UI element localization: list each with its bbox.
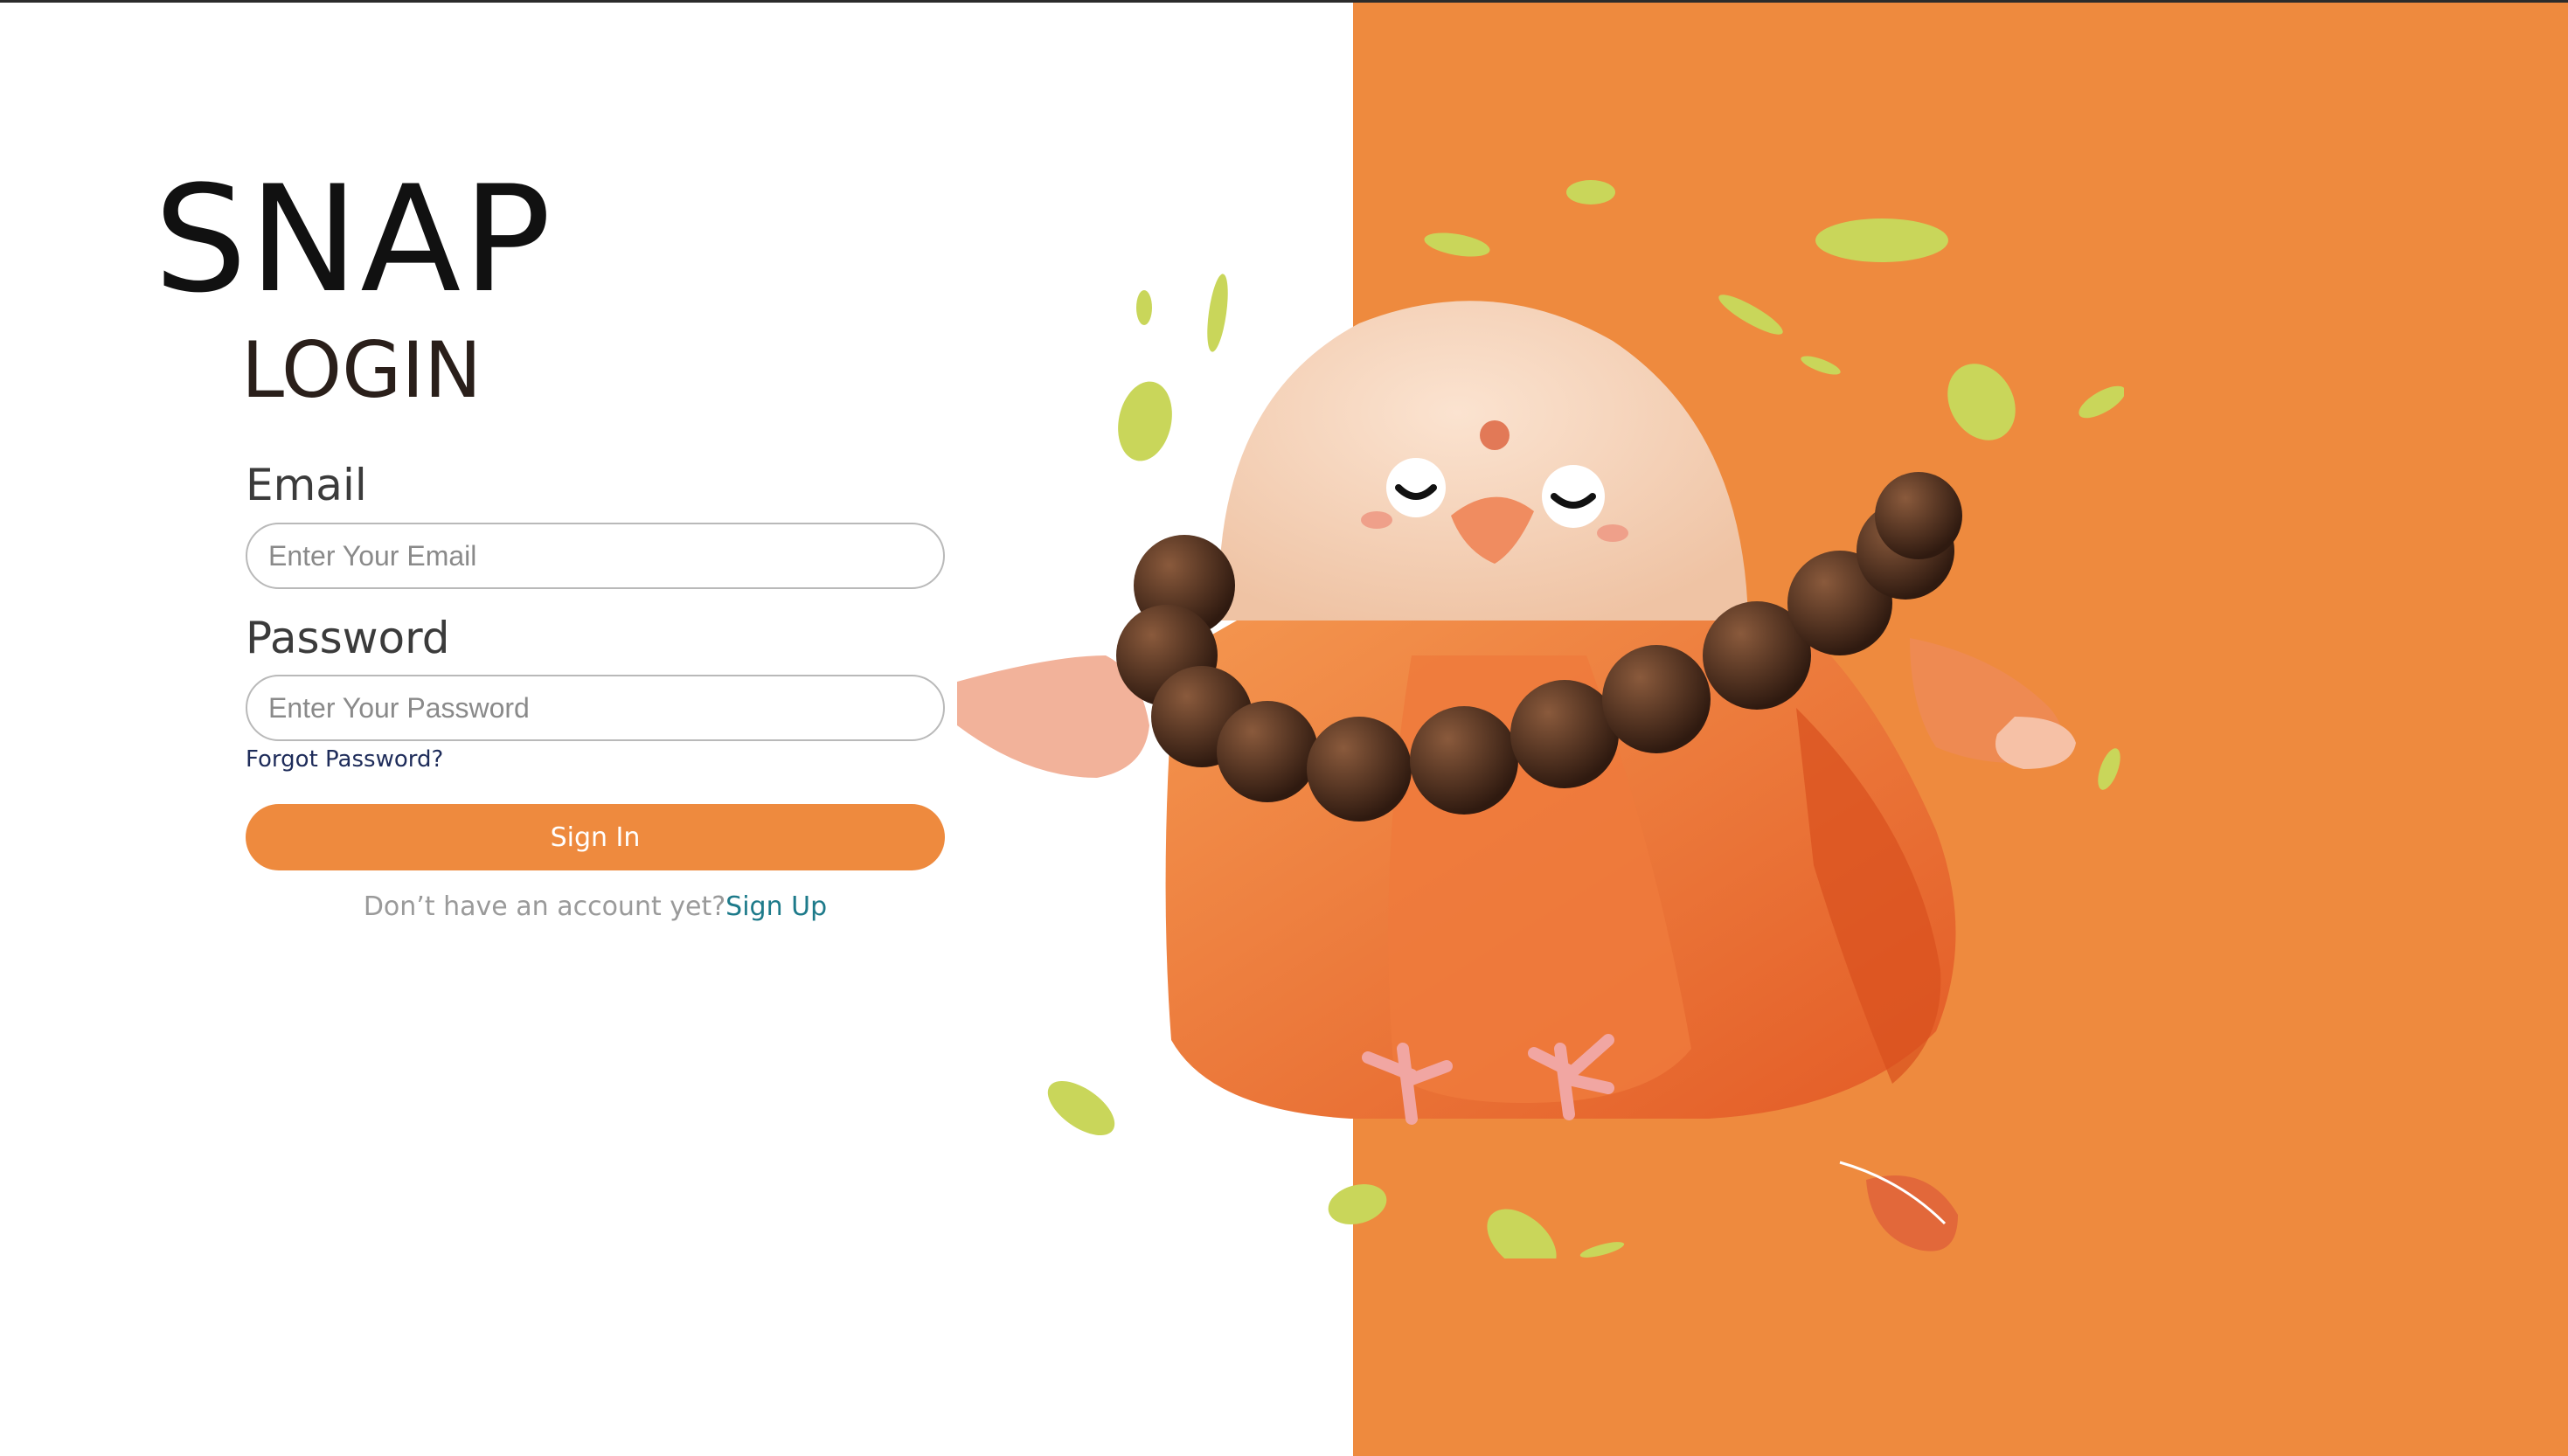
password-label: Password [246, 613, 450, 663]
brand-logo-text: SNAP [154, 154, 553, 325]
monk-bird-mascot-illustration [957, 180, 2124, 1258]
email-field[interactable] [246, 523, 945, 589]
falling-orange-leaf [1839, 1161, 1958, 1251]
no-account-text: Don’t have an account yet? [363, 891, 726, 922]
sign-up-link[interactable]: Sign Up [725, 891, 827, 922]
sign-in-button[interactable]: Sign In [246, 804, 945, 870]
email-label: Email [246, 460, 367, 510]
password-field[interactable] [246, 675, 945, 741]
forgot-password-link[interactable]: Forgot Password? [246, 746, 443, 773]
signup-prompt: Don’t have an account yet?Sign Up [246, 891, 945, 922]
page-title: LOGIN [241, 325, 482, 415]
